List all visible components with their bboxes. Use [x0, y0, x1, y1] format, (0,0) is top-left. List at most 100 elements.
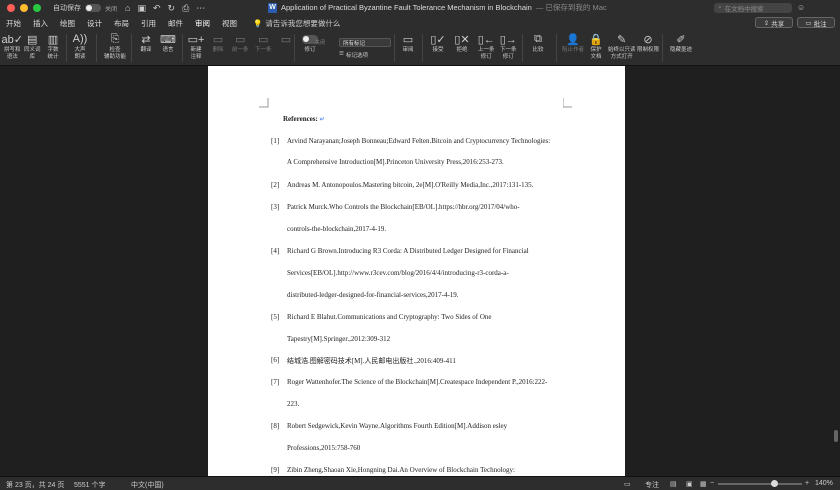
comment-icon: ▭ — [805, 19, 812, 27]
more-icon[interactable]: ⋯ — [196, 3, 205, 14]
next-comment-button[interactable]: ▭ 下一条 — [255, 32, 272, 54]
zoom-slider-thumb[interactable] — [771, 480, 778, 487]
show-comments-button[interactable]: ▭ — [278, 32, 294, 47]
previous-comment-button[interactable]: ▭ 前一条 — [232, 32, 249, 54]
language-button[interactable]: ⌨ 语言 — [160, 32, 176, 54]
track-changes-label: 修订 — [304, 47, 316, 53]
share-button[interactable]: ⇪ 共享 — [755, 17, 793, 28]
zoom-slider-track[interactable] — [718, 483, 802, 485]
print-icon[interactable]: ⎙ — [182, 3, 189, 14]
ribbon: ab✓ 拼写和 语法 ▤ 同义词 库 ▥ 字数 统计 A)) 大声 朗读 ⎘ 检查 辅助功… — [0, 30, 840, 66]
tab-insert[interactable]: 插入 — [33, 18, 48, 29]
tab-home[interactable]: 开始 — [6, 18, 21, 29]
read-aloud-button[interactable]: A)) 大声 朗读 — [72, 32, 88, 60]
read-aloud-icon: A)) — [72, 33, 88, 45]
title-bar: 自动保存 关闭 ⌂ ▣ ↶ ↻ ⎙ ⋯ W Application of Pra… — [0, 0, 840, 16]
ribbon-tabs: 开始 插入 绘图 设计 布局 引用 邮件 审阅 视图 💡 请告诉我您想要做什么 — [0, 16, 840, 32]
reference-number: [7] — [271, 378, 280, 386]
previous-change-button[interactable]: ▯← 上一条 修订 — [478, 32, 495, 60]
markup-options-button[interactable]: ☰ 标记选项 — [339, 51, 368, 59]
delete-comment-button[interactable]: ▭ 删除 — [210, 32, 226, 54]
tab-review[interactable]: 审阅 — [195, 18, 210, 32]
reference-line: Patrick Murck.Who Controls the Blockchai… — [287, 203, 520, 211]
autosave-label: 自动保存 — [53, 5, 81, 12]
page-count[interactable]: 第 23 页，共 24 页 — [6, 480, 64, 490]
read-mode-icon[interactable]: ▤ — [670, 480, 677, 488]
reference-line: Roger Wattenhofer.The Science of the Blo… — [287, 378, 548, 386]
tab-draw[interactable]: 绘图 — [60, 18, 75, 29]
tab-references[interactable]: 引用 — [141, 18, 156, 29]
compare-button[interactable]: ⧉ 比较 — [530, 32, 546, 54]
always-open-readonly-button[interactable]: ✎ 始终以只读 方式打开 — [608, 32, 636, 60]
markup-options-icon: ☰ — [339, 51, 344, 57]
protect-document-button[interactable]: 🔒 保护 文档 — [588, 32, 604, 60]
markup-select[interactable]: 所有标记 — [339, 38, 391, 47]
saved-status: — 已保存到我的 Mac — [535, 3, 607, 12]
document-canvas[interactable]: References: ↵ [1] Arvind Narayanan;Josep… — [0, 66, 840, 476]
autosave-toggle[interactable] — [85, 4, 101, 12]
reviewing-pane-button[interactable]: ▭ 审阅 — [400, 32, 416, 54]
accept-label: 接受 — [432, 47, 444, 53]
tab-view[interactable]: 视图 — [222, 18, 237, 29]
reject-icon: ▯✕ — [454, 33, 470, 46]
new-comment-label: 新建 注释 — [190, 47, 202, 60]
accept-button[interactable]: ▯✓ 接受 — [430, 32, 446, 54]
next-comment-icon: ▭ — [258, 33, 269, 46]
reject-button[interactable]: ▯✕ 拒绝 — [454, 32, 470, 54]
translate-button[interactable]: ⇄ 翻译 — [138, 32, 154, 54]
zoom-level[interactable]: 140% — [815, 480, 833, 487]
document-page[interactable]: References: ↵ [1] Arvind Narayanan;Josep… — [208, 66, 625, 476]
new-comment-icon: ▭+ — [187, 33, 205, 46]
focus-mode[interactable]: 专注 — [645, 480, 659, 490]
restrict-permission-icon: ⊘ — [643, 33, 653, 46]
new-comment-button[interactable]: ▭+ 新建 注释 — [187, 32, 205, 60]
spelling-grammar-button[interactable]: ab✓ 拼写和 语法 — [1, 32, 23, 60]
block-authors-button[interactable]: 👤 阻止作者 — [562, 32, 584, 54]
redo-icon[interactable]: ↻ — [168, 3, 176, 14]
next-change-button[interactable]: ▯→ 下一条 修订 — [500, 32, 517, 60]
autosave: 自动保存 关闭 — [53, 3, 117, 13]
save-icon[interactable]: ▣ — [137, 3, 146, 14]
status-bar: 第 23 页，共 24 页 5551 个字 中文(中国) ▭ 专注 ▤ ▣ ▦ … — [0, 476, 840, 490]
reference-number: [6] — [271, 356, 280, 364]
search-icon: ⌕ — [718, 4, 722, 11]
minimize-window-button[interactable] — [20, 4, 28, 12]
reference-line: Tapestry[M].Springer.,2012:309-312 — [287, 335, 391, 343]
zoom-out-icon[interactable]: − — [710, 480, 714, 487]
search-input[interactable]: ⌕ 在文档中搜索 — [714, 3, 792, 13]
previous-comment-icon: ▭ — [235, 33, 246, 46]
home-icon[interactable]: ⌂ — [125, 3, 130, 14]
web-layout-icon[interactable]: ▦ — [700, 480, 707, 488]
restrict-permission-button[interactable]: ⊘ 限制权限 — [637, 32, 659, 54]
word-count[interactable]: 5551 个字 — [74, 480, 106, 490]
divider — [182, 34, 183, 62]
reference-line: 223. — [287, 400, 300, 408]
zoom-window-button[interactable] — [33, 4, 41, 12]
user-icon[interactable]: ☺ — [797, 3, 805, 12]
tab-design[interactable]: 设计 — [87, 18, 102, 29]
proofing-language[interactable]: 中文(中国) — [131, 480, 164, 490]
delete-comment-icon: ▭ — [212, 33, 224, 46]
focus-icon[interactable]: ▭ — [624, 480, 631, 488]
tell-me[interactable]: 💡 请告诉我您想要做什么 — [253, 18, 340, 29]
zoom-in-icon[interactable]: + — [805, 480, 809, 487]
thesaurus-button[interactable]: ▤ 同义词 库 — [24, 32, 41, 60]
close-window-button[interactable] — [7, 4, 15, 12]
tab-mailings[interactable]: 邮件 — [168, 18, 183, 29]
quick-access-toolbar: ⌂ ▣ ↶ ↻ ⎙ ⋯ — [125, 3, 205, 14]
word-icon: W — [268, 2, 277, 13]
word-count-button[interactable]: ▥ 字数 统计 — [45, 32, 61, 60]
margin-corner-mark — [259, 98, 269, 108]
reference-line: distributed-ledger-designed-for-financia… — [287, 291, 459, 299]
divider — [556, 34, 557, 62]
vertical-scrollbar[interactable] — [834, 430, 838, 442]
spelling-icon: ab✓ — [1, 33, 23, 46]
hide-ink-button[interactable]: ✐ 隐藏墨迹 — [670, 32, 692, 54]
undo-icon[interactable]: ↶ — [153, 3, 161, 14]
lock-icon: 🔒 — [589, 33, 603, 46]
reference-line: controls-the-blockchain,2017-4-19. — [287, 225, 387, 233]
check-accessibility-button[interactable]: ⎘ 检查 辅助功能 — [104, 32, 126, 60]
comments-button[interactable]: ▭ 批注 — [797, 17, 835, 28]
print-layout-icon[interactable]: ▣ — [686, 480, 693, 488]
tab-layout[interactable]: 布局 — [114, 18, 129, 29]
